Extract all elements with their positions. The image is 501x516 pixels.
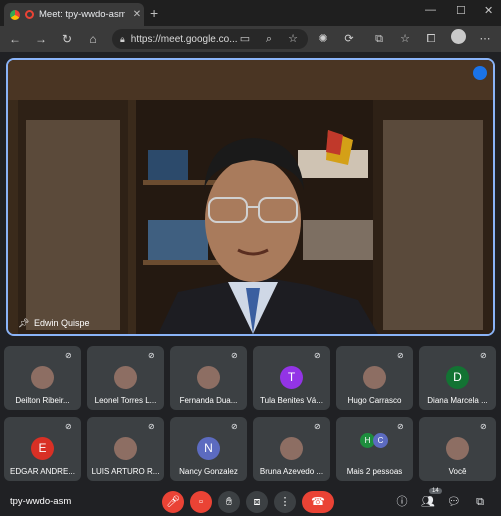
main-speaker-video: 📌︎ Edwin Quispe <box>6 58 495 336</box>
favorite-star-icon[interactable]: ☆ <box>284 30 302 48</box>
mic-muted-icon: ⊘ <box>397 422 404 431</box>
participant-name: Tula Benites Vá... <box>260 396 323 405</box>
participant-name: Leonel Torres L... <box>94 396 157 405</box>
participant-tile[interactable]: ⊘ T Tula Benites Vá... <box>253 346 330 410</box>
participant-count-badge: 14 <box>429 488 442 494</box>
raise-hand-button[interactable]: ✋︎ <box>218 491 240 513</box>
participant-avatar: N <box>197 437 220 460</box>
address-bar[interactable]: 🔒︎ https://meet.google.co... <box>112 29 308 49</box>
participant-photo <box>31 366 54 389</box>
participant-photo <box>114 366 137 389</box>
browser-chrome: Meet: tpy-wwdo-asm ✕ + — ☐ ✕ ← → ↻ ⌂ 🔒︎ … <box>0 0 501 52</box>
tab-bar: Meet: tpy-wwdo-asm ✕ + — ☐ ✕ <box>0 0 501 26</box>
participant-name: Diana Marcela ... <box>427 396 488 405</box>
participant-name: Hugo Carrasco <box>347 396 402 405</box>
minimize-icon[interactable]: — <box>425 4 436 16</box>
camera-icon[interactable]: ▭ <box>236 30 254 48</box>
chat-icon[interactable]: 💬︎ <box>444 492 464 512</box>
participant-name: EDGAR ANDRE... <box>10 467 75 476</box>
maximize-icon[interactable]: ☐ <box>456 4 466 17</box>
tab-title: Meet: tpy-wwdo-asm <box>39 9 125 20</box>
participant-tile[interactable]: ⊘ D Diana Marcela ... <box>419 346 496 410</box>
url-text: https://meet.google.co... <box>130 33 238 45</box>
mic-muted-icon: ⊘ <box>314 422 321 431</box>
people-icon[interactable]: 👥︎ <box>418 492 438 512</box>
participant-name: Bruna Azevedo ... <box>259 467 324 476</box>
participant-tile[interactable]: ⊘ Bruna Azevedo ... <box>253 417 330 481</box>
mic-muted-icon: ⊘ <box>148 351 155 360</box>
home-icon[interactable]: ⌂ <box>84 30 102 48</box>
participant-tile[interactable]: ⊘ Deilton Ribeir... <box>4 346 81 410</box>
participant-tile[interactable]: ⊘ H C Mais 2 pessoas <box>336 417 413 481</box>
refresh-ext-icon[interactable]: ⟳ <box>340 30 358 48</box>
participant-photo <box>446 437 469 460</box>
mic-off-button[interactable]: 🎤︎ <box>162 491 184 513</box>
camera-off-button[interactable]: ▫ <box>190 491 212 513</box>
zoom-icon[interactable]: ⌕ <box>260 30 278 48</box>
meeting-controls-bar: tpy-wwdo-asm 🎤︎ ▫ ✋︎ ⧈ ⋮ ☎︎ ⓘ 👥︎ 💬︎ ⧉ <box>0 486 501 516</box>
mic-muted-icon: ⊘ <box>65 422 72 431</box>
forward-icon[interactable]: → <box>32 30 50 48</box>
participant-avatar: D <box>446 366 469 389</box>
reload-icon[interactable]: ↻ <box>58 30 76 48</box>
mic-muted-icon: ⊘ <box>314 351 321 360</box>
close-tab-icon[interactable]: ✕ <box>130 9 144 20</box>
participant-tile[interactable]: ⊘ Hugo Carrasco <box>336 346 413 410</box>
mic-muted-icon: ⊘ <box>480 351 487 360</box>
participant-tile[interactable]: ⊘ LUIS ARTURO R... <box>87 417 164 481</box>
back-icon[interactable]: ← <box>6 30 24 48</box>
participant-photo <box>280 437 303 460</box>
participant-tile[interactable]: ⊘ N Nancy Gonzalez <box>170 417 247 481</box>
participant-tile[interactable]: ⊘ Fernanda Dua... <box>170 346 247 410</box>
chrome-favicon-icon <box>10 9 20 20</box>
participant-tile[interactable]: ⊘ Você <box>419 417 496 481</box>
mic-muted-icon: ⊘ <box>397 351 404 360</box>
speaking-indicator-icon <box>473 66 487 80</box>
split-screen-icon[interactable]: ⧉ <box>370 30 388 48</box>
menu-dots-icon[interactable]: ⋯ <box>476 30 494 48</box>
participant-name: Fernanda Dua... <box>179 396 238 405</box>
lock-icon: 🔒︎ <box>120 33 125 44</box>
extension-icon[interactable]: ✺ <box>314 30 332 48</box>
meeting-code: tpy-wwdo-asm <box>10 496 72 507</box>
participant-tile[interactable]: ⊘ Leonel Torres L... <box>87 346 164 410</box>
mic-muted-icon: ⊘ <box>148 422 155 431</box>
speaker-video-image <box>8 60 493 334</box>
record-icon <box>25 10 34 19</box>
participant-name: Nancy Gonzalez <box>179 467 238 476</box>
participant-name: LUIS ARTURO R... <box>91 467 160 476</box>
new-tab-button[interactable]: + <box>150 6 158 20</box>
pin-icon[interactable]: 📌︎ <box>18 318 29 328</box>
participant-avatar: T <box>280 366 303 389</box>
participant-photo <box>363 366 386 389</box>
participant-photo <box>197 366 220 389</box>
mic-muted-icon: ⊘ <box>480 422 487 431</box>
participant-name: Você <box>448 467 467 476</box>
activities-icon[interactable]: ⧉ <box>470 492 490 512</box>
present-screen-button[interactable]: ⧈ <box>246 491 268 513</box>
mic-muted-icon: ⊘ <box>231 422 238 431</box>
close-window-icon[interactable]: ✕ <box>484 4 493 17</box>
participant-name: Deilton Ribeir... <box>15 396 70 405</box>
tab-meet[interactable]: Meet: tpy-wwdo-asm ✕ <box>4 3 144 26</box>
browser-toolbar: ← → ↻ ⌂ 🔒︎ https://meet.google.co... ▭ ⌕… <box>0 26 501 52</box>
more-options-button[interactable]: ⋮ <box>274 491 296 513</box>
info-icon[interactable]: ⓘ <box>392 492 412 512</box>
leave-call-button[interactable]: ☎︎ <box>302 491 334 513</box>
main-speaker-name: Edwin Quispe <box>34 318 90 328</box>
collections-icon[interactable]: ⧠ <box>422 30 440 48</box>
favorites-icon[interactable]: ☆ <box>396 30 414 48</box>
participant-photo <box>114 437 137 460</box>
group-avatar: C <box>373 433 388 448</box>
main-speaker-label: 📌︎ Edwin Quispe <box>18 318 90 328</box>
participant-avatar: E <box>31 437 54 460</box>
profile-avatar[interactable] <box>451 29 466 44</box>
mic-muted-icon: ⊘ <box>231 351 238 360</box>
participant-name: Mais 2 pessoas <box>346 467 403 476</box>
mic-muted-icon: ⊘ <box>65 351 72 360</box>
participant-tile[interactable]: ⊘ E EDGAR ANDRE... <box>4 417 81 481</box>
